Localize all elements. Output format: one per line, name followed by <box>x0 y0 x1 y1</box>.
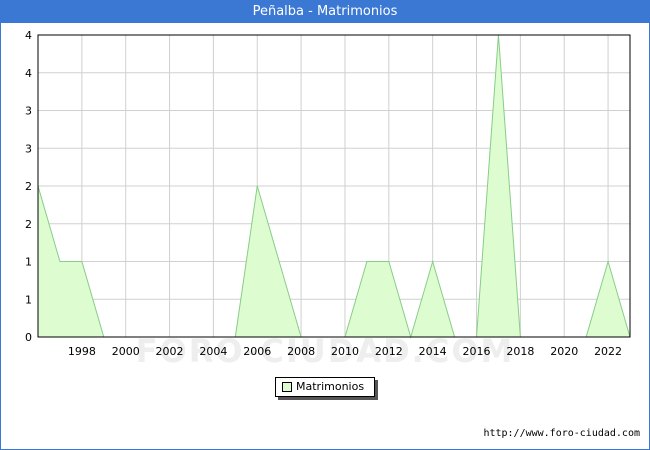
y-tick-label: 1 <box>25 293 32 306</box>
x-tick-label: 1998 <box>68 345 96 358</box>
data-point <box>256 185 258 187</box>
x-tick-label: 2012 <box>375 345 403 358</box>
y-tick-label: 4 <box>25 29 32 42</box>
y-tick-label: 3 <box>25 142 32 155</box>
y-tick-label: 4 <box>25 67 32 80</box>
x-tick-label: 2002 <box>156 345 184 358</box>
x-tick-label: 2000 <box>112 345 140 358</box>
x-tick-label: 2016 <box>463 345 491 358</box>
y-tick-label: 1 <box>25 256 32 269</box>
x-tick-label: 2018 <box>506 345 534 358</box>
data-point <box>432 261 434 262</box>
footer-url: http://www.foro-ciudad.com <box>483 428 640 439</box>
x-tick-label: 2010 <box>331 345 359 358</box>
data-point <box>59 261 61 262</box>
x-tick-label: 2020 <box>550 345 578 358</box>
watermark: FORO-CIUDAD.COM <box>136 332 515 370</box>
x-tick-label: 2006 <box>243 345 271 358</box>
x-tick-label: 2008 <box>287 345 315 358</box>
data-point <box>81 261 83 262</box>
x-tick-label: 2014 <box>419 345 447 358</box>
x-tick-label: 2022 <box>594 345 622 358</box>
y-tick-label: 2 <box>25 218 32 231</box>
legend-swatch <box>282 382 292 392</box>
grid-lines <box>38 35 630 337</box>
y-tick-label: 2 <box>25 180 32 193</box>
data-point <box>366 261 368 262</box>
x-tick-label: 2004 <box>199 345 227 358</box>
y-axis-ticks: 0 1 1 2 2 3 3 4 4 <box>25 29 32 344</box>
y-tick-label: 0 <box>25 331 32 344</box>
data-point <box>388 261 390 262</box>
y-tick-label: 3 <box>25 105 32 118</box>
legend-label: Matrimonios <box>296 380 365 393</box>
data-point <box>278 261 280 262</box>
legend: Matrimonios <box>275 377 375 397</box>
data-point <box>607 261 609 262</box>
